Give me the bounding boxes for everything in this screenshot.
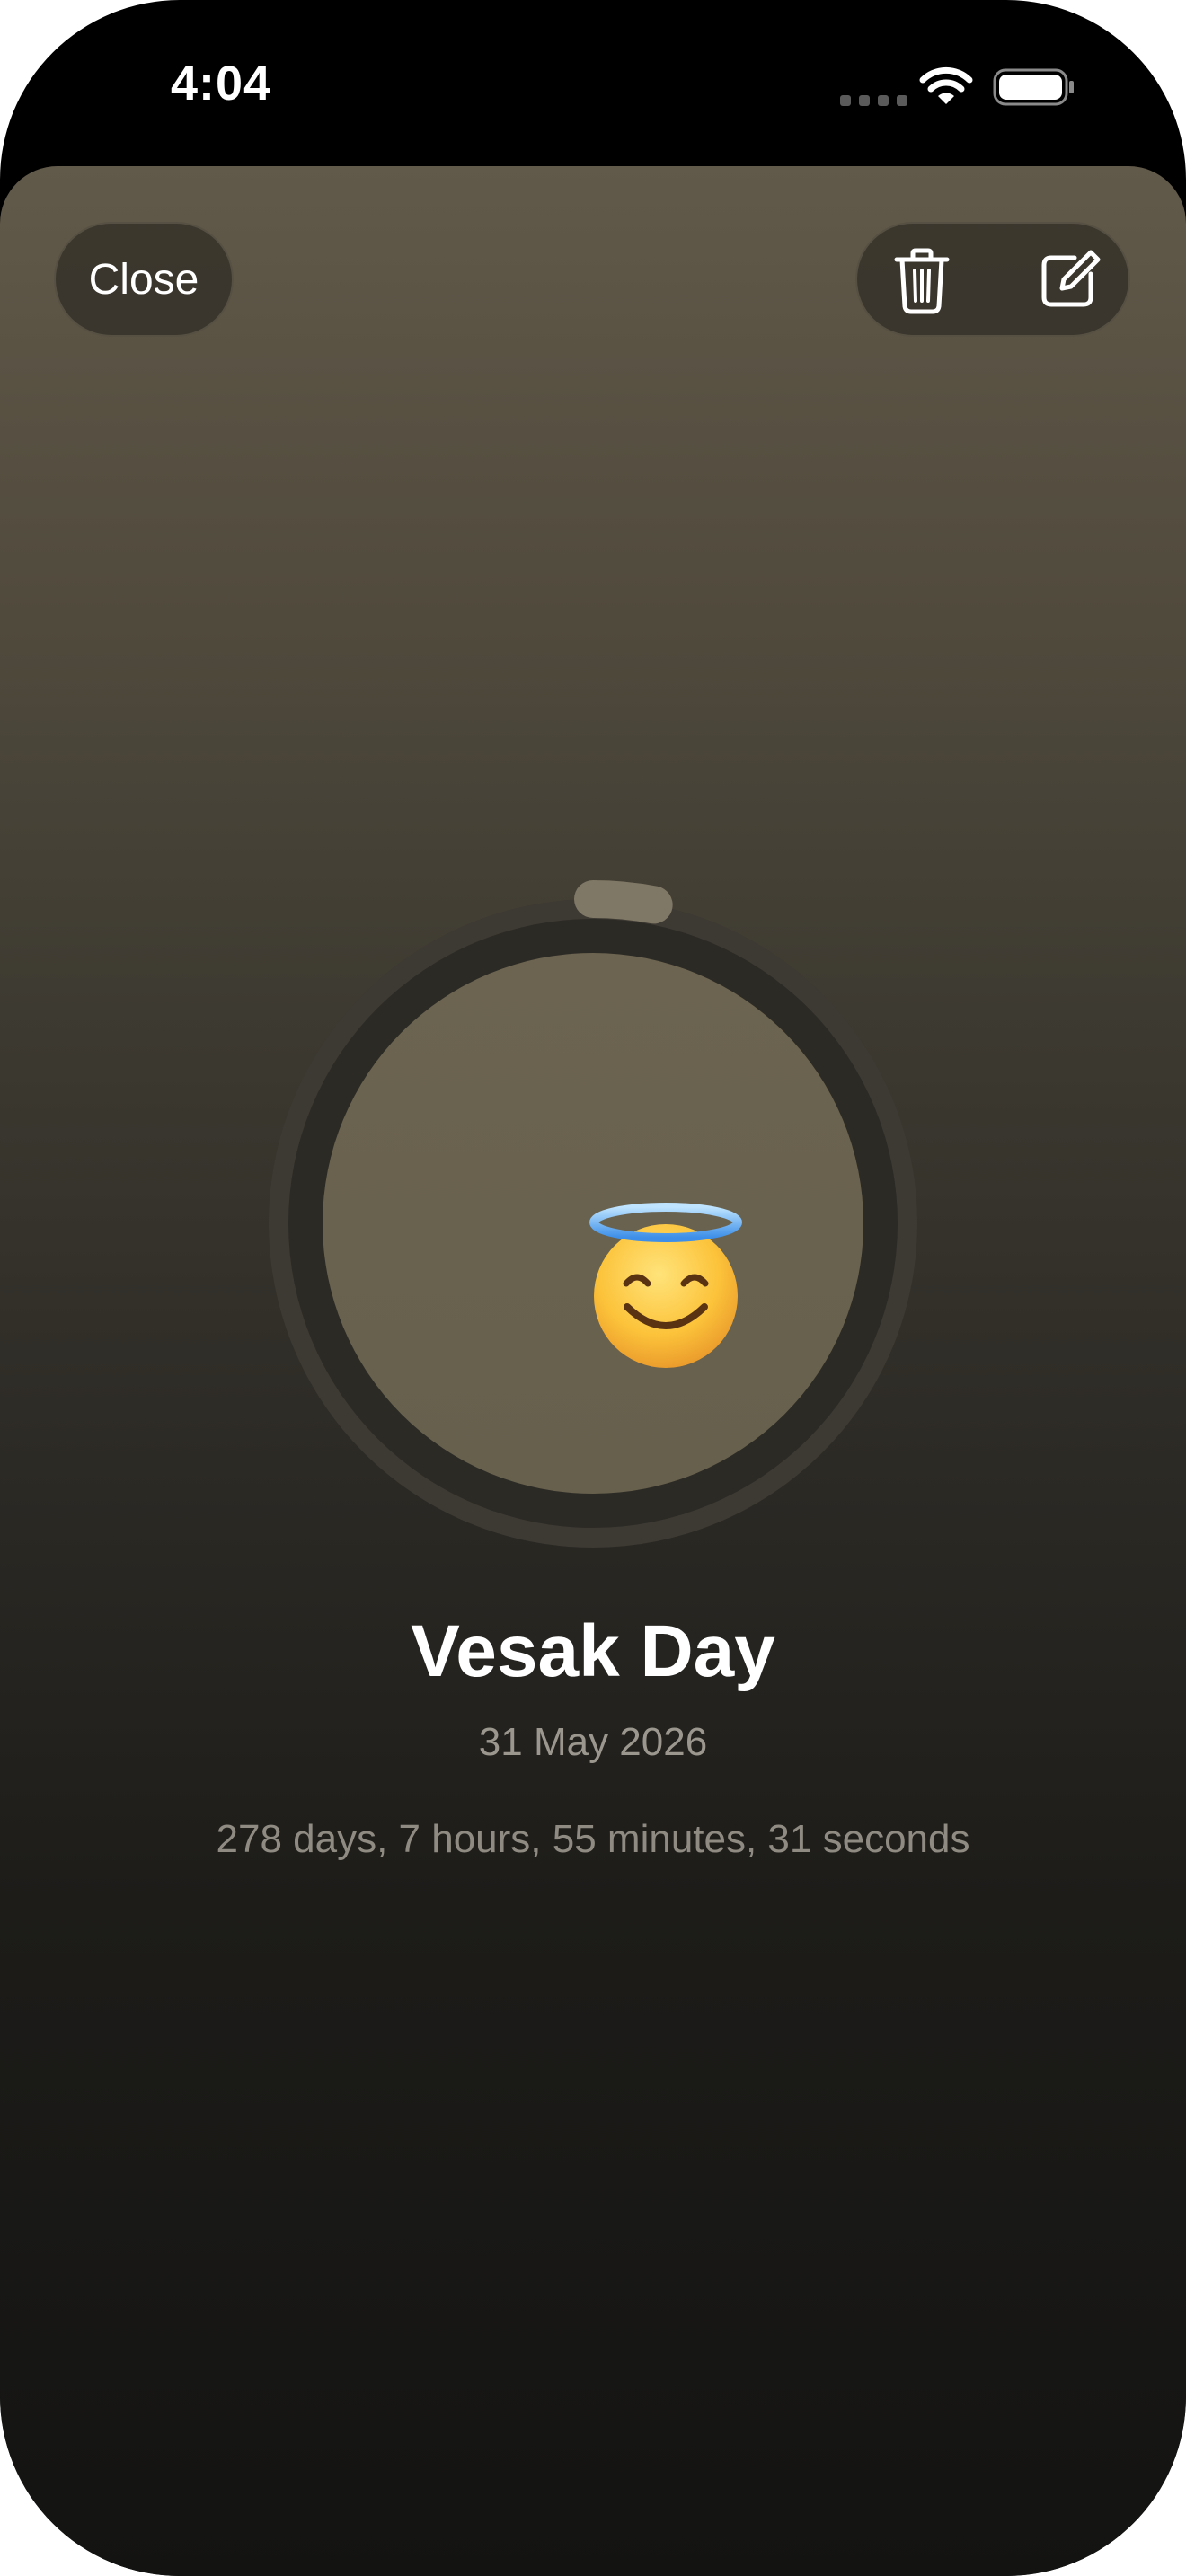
square-and-pencil-icon[interactable] bbox=[1037, 247, 1102, 312]
status-time: 4:04 bbox=[171, 57, 272, 110]
status-bar: 4:04 bbox=[0, 0, 1186, 166]
event-emoji-disc bbox=[323, 953, 863, 1494]
battery-icon bbox=[993, 68, 1074, 106]
event-title: Vesak Day bbox=[411, 1610, 775, 1692]
countdown-progress-ring bbox=[250, 880, 936, 1566]
device-screen: 4:04 Close Vesak Day 31 May 2026 278 day… bbox=[0, 0, 1186, 2576]
trash-icon[interactable] bbox=[893, 247, 951, 315]
close-button[interactable]: Close bbox=[54, 222, 234, 337]
countdown-text: 278 days, 7 hours, 55 minutes, 31 second… bbox=[216, 1817, 970, 1861]
wifi-icon bbox=[919, 66, 973, 104]
action-button-group bbox=[855, 222, 1130, 337]
cellular-signal-icon bbox=[840, 95, 907, 106]
smiling-face-with-halo-icon bbox=[589, 1203, 742, 1368]
event-date: 31 May 2026 bbox=[478, 1720, 708, 1764]
event-detail-sheet: Close Vesak Day 31 May 2026 278 days, 7 … bbox=[0, 166, 1186, 2576]
